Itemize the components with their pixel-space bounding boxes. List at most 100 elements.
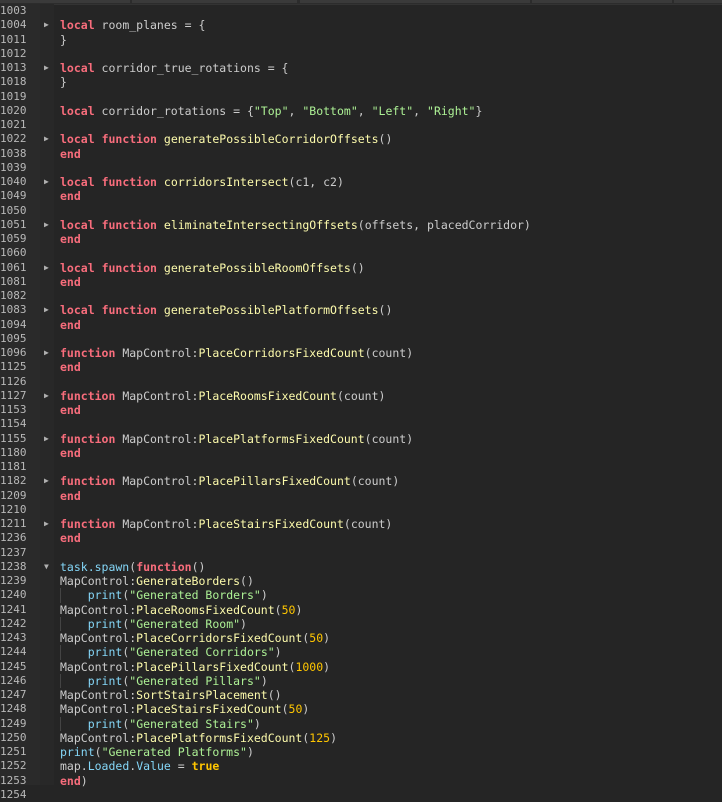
fold-collapsed-icon[interactable]: ▶: [44, 132, 49, 146]
code-line[interactable]: 1011}: [0, 33, 722, 47]
line-number: 1246: [0, 673, 27, 687]
code-line[interactable]: 1252 map.Loaded.Value = true: [0, 759, 722, 773]
code-editor[interactable]: 1003 1004 ▶ local room_planes = {1011} 1012 1…: [0, 4, 722, 802]
fold-expanded-icon[interactable]: ▼: [44, 560, 49, 574]
code-line[interactable]: 1082: [0, 289, 722, 303]
code-line[interactable]: 1238 ▼ task.spawn(function(): [0, 560, 722, 574]
code-line[interactable]: 1240 print("Generated Borders"): [0, 588, 722, 603]
line-number: 1239: [0, 574, 27, 587]
code-line[interactable]: 1004 ▶ local room_planes = {: [0, 18, 722, 32]
code-line[interactable]: 1239 MapControl:GenerateBorders(): [0, 574, 722, 588]
line-number: 1003: [0, 4, 27, 17]
code-line[interactable]: 1061 ▶ local function generatePossibleRoom…: [0, 261, 722, 275]
builtin: print: [87, 673, 123, 688]
tab[interactable]: [0, 0, 130, 3]
code-line[interactable]: 1018}: [0, 75, 722, 89]
code-line[interactable]: 1153 end: [0, 403, 722, 417]
fold-collapsed-icon[interactable]: ▶: [44, 517, 49, 531]
tab[interactable]: [300, 0, 530, 3]
code-line[interactable]: 1245 MapControl:PlacePillarsFixedCount(10…: [0, 660, 722, 674]
line-number: 1038: [0, 146, 27, 160]
function-name: PlacePillarsFixedCount: [198, 474, 351, 489]
fold-collapsed-icon[interactable]: ▶: [44, 303, 49, 317]
code-line[interactable]: 1059 end: [0, 232, 722, 246]
code-line[interactable]: 1181: [0, 460, 722, 474]
line-number: 1051: [0, 217, 27, 231]
code-line[interactable]: 1241 MapControl:PlaceRoomsFixedCount(50): [0, 603, 722, 617]
fold-collapsed-icon[interactable]: ▶: [44, 18, 49, 32]
fold-collapsed-icon[interactable]: ▶: [44, 474, 49, 488]
builtin: Value: [136, 759, 171, 774]
tab[interactable]: [674, 0, 722, 3]
code-line[interactable]: 1250 MapControl:PlacePlatformsFixedCount(…: [0, 731, 722, 745]
code-line[interactable]: 1209 end: [0, 489, 722, 503]
code-text: }: [60, 75, 67, 89]
code-line[interactable]: 1182 ▶ function MapControl:PlacePillarsFix…: [0, 474, 722, 488]
code-line[interactable]: 1180 end: [0, 446, 722, 460]
code-line[interactable]: 1242 print("Generated Room"): [0, 616, 722, 631]
code-line[interactable]: 1126: [0, 375, 722, 389]
code-line[interactable]: 1253 end): [0, 774, 722, 788]
code-line[interactable]: 1155 ▶ function MapControl:PlacePlatformsF…: [0, 432, 722, 446]
identifier: (count): [350, 474, 400, 489]
code-line[interactable]: 1237: [0, 546, 722, 560]
fold-collapsed-icon[interactable]: ▶: [44, 432, 49, 446]
fold-collapsed-icon[interactable]: ▶: [44, 175, 49, 189]
function-name: PlaceStairsFixedCount: [198, 517, 344, 531]
tab[interactable]: [532, 0, 672, 3]
code-line[interactable]: 1127 ▶ function MapControl:PlaceRoomsFixed…: [0, 389, 722, 403]
code-line[interactable]: 1243 MapControl:PlaceCorridorsFixedCount(…: [0, 631, 722, 645]
code-line[interactable]: 1154: [0, 417, 722, 431]
code-line[interactable]: 1210: [0, 503, 722, 517]
code-line[interactable]: 1022 ▶ local function generatePossibleCorr…: [0, 132, 722, 146]
keyword: end: [60, 317, 81, 332]
code-line[interactable]: 1095: [0, 332, 722, 346]
code-line[interactable]: 1083 ▶ local function generatePossiblePlat…: [0, 303, 722, 317]
code-line[interactable]: 1096 ▶ function MapControl:PlaceCorridorsF…: [0, 346, 722, 360]
code-line[interactable]: 1248 MapControl:PlaceStairsFixedCount(50): [0, 702, 722, 716]
line-number: 1238: [0, 559, 27, 573]
tab[interactable]: [132, 0, 297, 3]
code-line[interactable]: 1244 print("Generated Corridors"): [0, 645, 722, 660]
code-line[interactable]: 1211 ▶ function MapControl:PlaceStairsFixe…: [0, 517, 722, 531]
fold-collapsed-icon[interactable]: ▶: [44, 346, 49, 360]
code-line[interactable]: 1081 end: [0, 275, 722, 289]
code-line[interactable]: 1040 ▶ local function corridorsIntersect(c…: [0, 175, 722, 189]
code-line[interactable]: 1247 MapControl:SortStairsPlacement(): [0, 688, 722, 702]
code-line[interactable]: 1125 end: [0, 360, 722, 374]
code-line[interactable]: 1019: [0, 90, 722, 104]
code-line[interactable]: 1060: [0, 246, 722, 260]
code-line[interactable]: 1236 end: [0, 531, 722, 545]
fold-collapsed-icon[interactable]: ▶: [44, 389, 49, 403]
identifier: map.: [60, 759, 88, 774]
fold-collapsed-icon[interactable]: ▶: [44, 261, 49, 275]
code-text: end: [60, 531, 81, 545]
code-line[interactable]: 1012: [0, 47, 722, 61]
code-line[interactable]: 1020 local corridor_rotations = {"Top", "…: [0, 104, 722, 118]
code-line[interactable]: 1013 ▶ local corridor_true_rotations = {: [0, 61, 722, 75]
keyword: function: [101, 132, 157, 147]
identifier: ,: [413, 103, 428, 118]
code-line[interactable]: 1021: [0, 118, 722, 132]
code-line[interactable]: 1050: [0, 204, 722, 218]
identifier: [60, 717, 88, 731]
code-line[interactable]: 1254: [0, 788, 722, 802]
fold-collapsed-icon[interactable]: ▶: [44, 61, 49, 75]
fold-collapsed-icon[interactable]: ▶: [44, 218, 49, 232]
code-line[interactable]: 1003: [0, 4, 722, 18]
code-line[interactable]: 1251 print("Generated Platforms"): [0, 745, 722, 759]
code-line[interactable]: 1051 ▶ local function eliminateIntersectin…: [0, 218, 722, 232]
line-number: 1155: [0, 431, 27, 445]
code-line[interactable]: 1049 end: [0, 189, 722, 203]
code-text: MapControl:GenerateBorders(): [60, 574, 254, 588]
code-line[interactable]: 1246 print("Generated Pillars"): [0, 673, 722, 688]
function-name: PlaceRoomsFixedCount: [136, 602, 275, 617]
keyword: function: [60, 346, 116, 360]
line-number: 1127: [0, 388, 27, 402]
line-number: 1050: [0, 203, 27, 217]
code-line[interactable]: 1094 end: [0, 318, 722, 332]
code-line[interactable]: 1038 end: [0, 147, 722, 161]
code-line[interactable]: 1039: [0, 161, 722, 175]
identifier: (count): [364, 431, 414, 446]
code-line[interactable]: 1249 print("Generated Stairs"): [0, 716, 722, 731]
